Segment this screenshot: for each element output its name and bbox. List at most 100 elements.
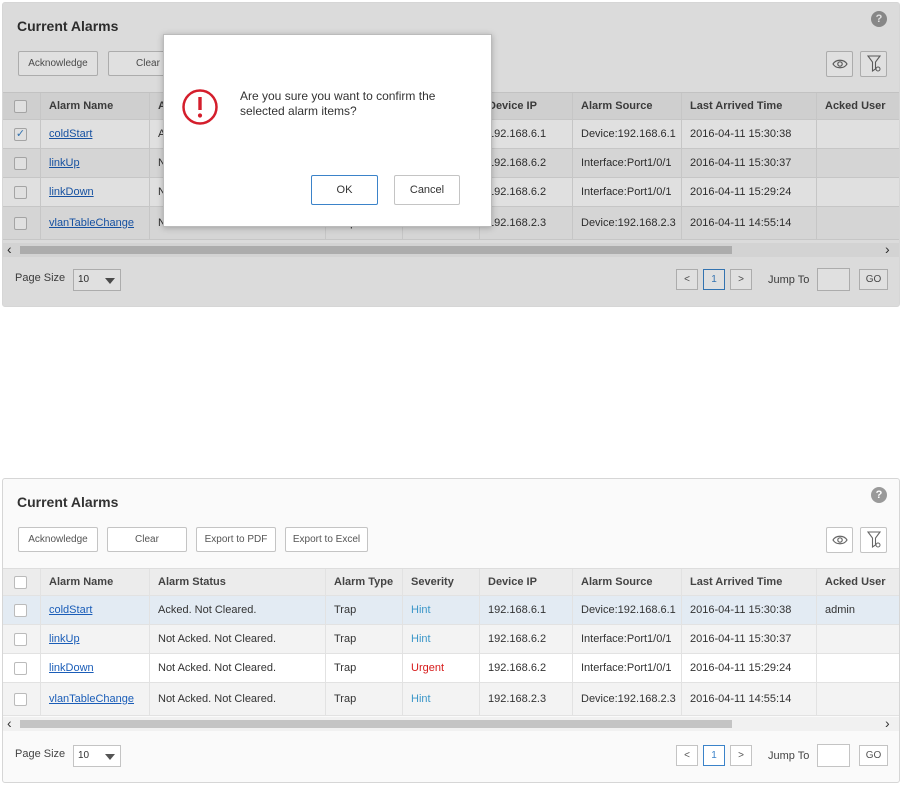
next-page-button[interactable]: > (730, 745, 752, 766)
row-select-cell (3, 654, 41, 682)
cell-acked-user (817, 683, 899, 715)
column-header-acked-user[interactable]: Acked User (817, 569, 899, 595)
scroll-right-icon[interactable]: › (885, 715, 890, 731)
select-all-cell (3, 569, 41, 595)
cell-last-arrived-time: 2016-04-11 15:30:37 (682, 625, 817, 653)
device-ip-value: 192.168.6.2 (488, 633, 547, 645)
column-header-device-ip[interactable]: Device IP (480, 569, 573, 595)
filter-settings-icon[interactable] (860, 527, 887, 553)
device-ip-value: 192.168.6.1 (488, 604, 547, 616)
select-all-checkbox[interactable] (14, 575, 27, 589)
cell-alarm-type: Trap (326, 683, 403, 715)
dialog-message: Are you sure you want to confirm the sel… (240, 89, 436, 118)
alarm-source-value: Interface:Port1/0/1 (581, 633, 672, 645)
jump-to-label: Jump To (768, 750, 810, 762)
cell-alarm-status: Not Acked. Not Cleared. (150, 654, 326, 682)
horizontal-scrollbar[interactable]: ‹ › (3, 715, 899, 731)
cell-severity: Hint (403, 596, 480, 624)
cell-alarm-source: Device:192.168.2.3 (573, 683, 682, 715)
page-size-value: 10 (78, 750, 90, 761)
help-icon[interactable]: ? (871, 487, 887, 503)
cell-acked-user (817, 654, 899, 682)
severity-label: Urgent (411, 662, 445, 674)
table-header: Alarm NameAlarm StatusAlarm TypeSeverity… (3, 568, 899, 596)
column-header-alarm-status[interactable]: Alarm Status (150, 569, 326, 595)
cell-device-ip: 192.168.6.1 (480, 596, 573, 624)
cell-alarm-source: Interface:Port1/0/1 (573, 654, 682, 682)
cell-alarm-type: Trap (326, 625, 403, 653)
last-arrived-time-value: 2016-04-11 15:29:24 (690, 662, 792, 674)
clear-button[interactable]: Clear (107, 527, 187, 552)
cell-alarm-type: Trap (326, 596, 403, 624)
table-row[interactable]: coldStart Acked. Not Cleared. Trap Hint 192.… (3, 596, 899, 625)
acked-user-value: admin (825, 604, 855, 616)
cell-alarm-name: coldStart (41, 596, 150, 624)
alarm-source-value: Interface:Port1/0/1 (581, 662, 672, 674)
device-ip-value: 192.168.2.3 (488, 693, 547, 705)
ok-button[interactable]: OK (311, 175, 378, 205)
acknowledge-button[interactable]: Acknowledge (18, 527, 98, 552)
table-row[interactable]: vlanTableChange Not Acked. Not Cleared. Tr… (3, 683, 899, 716)
column-header-last-arrived-time[interactable]: Last Arrived Time (682, 569, 817, 595)
export-excel-button[interactable]: Export to Excel (285, 527, 368, 552)
column-header-severity[interactable]: Severity (403, 569, 480, 595)
alarm-name-link[interactable]: linkDown (49, 662, 94, 674)
page-size-select[interactable]: 10 (73, 745, 121, 767)
alarm-name-link[interactable]: vlanTableChange (49, 693, 134, 705)
eye-icon[interactable] (826, 527, 853, 553)
cancel-button[interactable]: Cancel (394, 175, 460, 205)
row-checkbox[interactable] (14, 603, 27, 617)
alarm-status-value: Not Acked. Not Cleared. (158, 633, 277, 645)
column-header-alarm-type[interactable]: Alarm Type (326, 569, 403, 595)
table-row[interactable]: linkDown Not Acked. Not Cleared. Trap Urgen… (3, 654, 899, 683)
cell-severity: Hint (403, 625, 480, 653)
alarm-type-value: Trap (334, 633, 357, 645)
cell-alarm-status: Not Acked. Not Cleared. (150, 683, 326, 715)
go-button[interactable]: GO (859, 745, 888, 766)
alarm-source-value: Device:192.168.6.1 (581, 604, 676, 616)
alarm-name-link[interactable]: linkUp (49, 633, 80, 645)
cell-severity: Hint (403, 683, 480, 715)
cell-alarm-source: Device:192.168.6.1 (573, 596, 682, 624)
device-ip-value: 192.168.6.2 (488, 662, 547, 674)
alarm-type-value: Trap (334, 604, 357, 616)
cell-device-ip: 192.168.6.2 (480, 625, 573, 653)
current-alarms-panel-with-dialog: Current Alarms ? Acknowledge Clear Expor… (2, 2, 900, 307)
row-checkbox[interactable] (14, 632, 27, 646)
warning-icon (182, 89, 218, 125)
cell-device-ip: 192.168.6.2 (480, 654, 573, 682)
last-arrived-time-value: 2016-04-11 14:55:14 (690, 693, 792, 705)
last-arrived-time-value: 2016-04-11 15:30:38 (690, 604, 792, 616)
row-select-cell (3, 683, 41, 715)
cell-alarm-status: Not Acked. Not Cleared. (150, 625, 326, 653)
column-header-alarm-source[interactable]: Alarm Source (573, 569, 682, 595)
current-alarms-panel: Current Alarms ? Acknowledge Clear Expor… (2, 478, 900, 783)
cell-alarm-source: Interface:Port1/0/1 (573, 625, 682, 653)
severity-label: Hint (411, 693, 431, 705)
row-checkbox[interactable] (14, 661, 27, 675)
cell-alarm-name: vlanTableChange (41, 683, 150, 715)
alarm-status-value: Not Acked. Not Cleared. (158, 662, 277, 674)
scroll-left-icon[interactable]: ‹ (7, 715, 12, 731)
prev-page-button[interactable]: < (676, 745, 698, 766)
row-checkbox[interactable] (14, 692, 27, 706)
cell-device-ip: 192.168.2.3 (480, 683, 573, 715)
confirm-dialog: Are you sure you want to confirm the sel… (163, 34, 492, 227)
cell-last-arrived-time: 2016-04-11 14:55:14 (682, 683, 817, 715)
current-page-button[interactable]: 1 (703, 745, 725, 766)
cell-acked-user (817, 625, 899, 653)
cell-alarm-status: Acked. Not Cleared. (150, 596, 326, 624)
export-pdf-button[interactable]: Export to PDF (196, 527, 276, 552)
cell-alarm-name: linkDown (41, 654, 150, 682)
column-header-alarm-name[interactable]: Alarm Name (41, 569, 150, 595)
scrollbar-thumb[interactable] (20, 720, 732, 728)
chevron-down-icon (105, 754, 115, 760)
jump-to-input[interactable] (817, 744, 850, 767)
cell-alarm-name: linkUp (41, 625, 150, 653)
alarm-name-link[interactable]: coldStart (49, 604, 92, 616)
page-size-label: Page Size (15, 748, 66, 760)
cell-acked-user: admin (817, 596, 899, 624)
table-row[interactable]: linkUp Not Acked. Not Cleared. Trap Hint 192… (3, 625, 899, 654)
row-select-cell (3, 625, 41, 653)
cell-last-arrived-time: 2016-04-11 15:29:24 (682, 654, 817, 682)
